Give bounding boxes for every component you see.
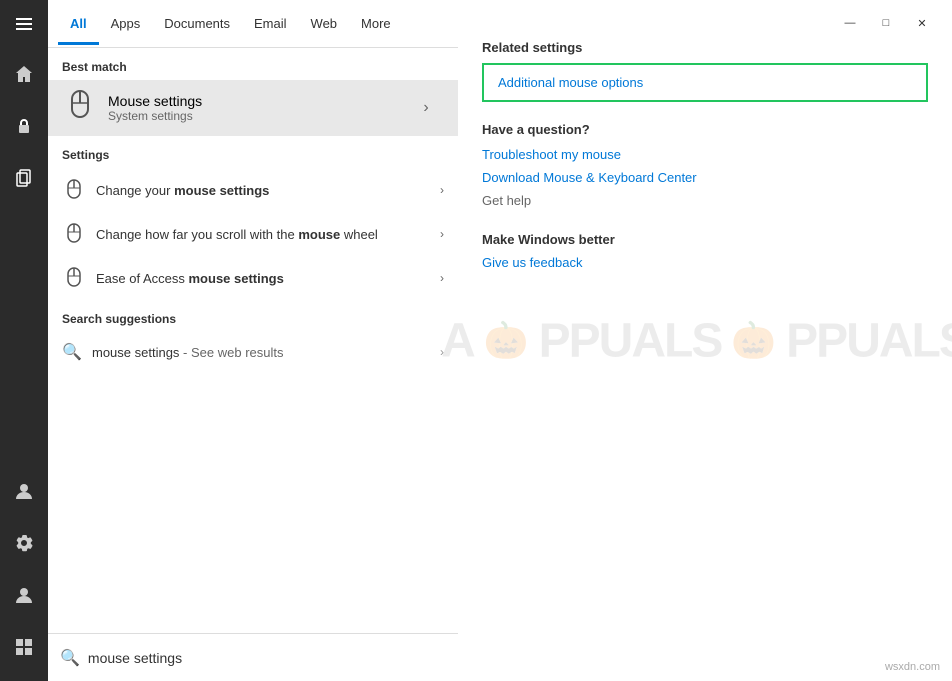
tab-email[interactable]: Email (242, 2, 299, 45)
sidebar-avatar[interactable] (0, 467, 48, 515)
sidebar-windows-icon[interactable] (0, 623, 48, 671)
best-match-arrow-icon: › (408, 90, 444, 126)
sidebar-bottom (0, 465, 48, 681)
settings-item-ease-access[interactable]: Ease of Access mouse settings › (48, 256, 458, 300)
download-link[interactable]: Download Mouse & Keyboard Center (482, 170, 928, 185)
sidebar-home-icon[interactable] (0, 50, 48, 98)
maximize-button[interactable]: □ (872, 12, 900, 34)
settings-item-change-mouse[interactable]: Change your mouse settings › (48, 168, 458, 212)
best-match-subtitle: System settings (108, 109, 408, 123)
sidebar (0, 0, 48, 681)
best-match-text: Mouse settings System settings (108, 93, 408, 123)
make-windows-better-label: Make Windows better (482, 232, 928, 247)
search-bar-icon: 🔍 (60, 648, 80, 668)
sidebar-copy-icon[interactable] (0, 154, 48, 202)
search-bar: 🔍 (48, 633, 458, 681)
suggestion-item-1[interactable]: 🔍 mouse settings - See web results › (48, 332, 458, 372)
settings-section-label: Settings (48, 136, 458, 168)
watermark-url: wsxdn.com (885, 661, 940, 673)
tab-more[interactable]: More (349, 2, 403, 45)
suggestion-text-1: mouse settings - See web results (92, 345, 440, 360)
troubleshoot-link[interactable]: Troubleshoot my mouse (482, 147, 928, 162)
right-panel: — □ ✕ A 🎃 PPUALS 🎃 PPUALS Related settin… (458, 0, 952, 681)
suggestion-arrow-1: › (440, 345, 444, 359)
best-match-title: Mouse settings (108, 93, 408, 109)
hamburger-button[interactable] (0, 0, 48, 48)
window-controls: — □ ✕ (836, 12, 936, 34)
have-question-label: Have a question? (482, 122, 928, 137)
best-match-label: Best match (48, 48, 458, 80)
mouse-icon-2 (62, 222, 86, 246)
tab-web[interactable]: Web (299, 2, 350, 45)
tab-all[interactable]: All (58, 2, 99, 45)
additional-mouse-options-link[interactable]: Additional mouse options (482, 63, 928, 102)
search-input[interactable] (88, 650, 446, 666)
settings-item-text-2: Change how far you scroll with the mouse… (96, 227, 440, 242)
search-suggestion-icon: 🔍 (62, 342, 82, 362)
minimize-button[interactable]: — (836, 12, 864, 34)
search-results-panel: All Apps Documents Email Web More Best m… (48, 0, 458, 681)
suggestion-query: mouse settings (92, 345, 179, 360)
tab-documents[interactable]: Documents (152, 2, 242, 45)
settings-item-arrow-2: › (440, 227, 444, 241)
mouse-icon-3 (62, 266, 86, 290)
search-suggestions-label: Search suggestions (48, 300, 458, 332)
search-tabs: All Apps Documents Email Web More (48, 0, 458, 48)
best-match-item[interactable]: Mouse settings System settings › (48, 80, 458, 136)
sidebar-settings-icon[interactable] (0, 519, 48, 567)
watermark: A 🎃 PPUALS 🎃 PPUALS (441, 313, 952, 368)
give-feedback-link[interactable]: Give us feedback (482, 255, 928, 270)
settings-item-arrow-1: › (440, 183, 444, 197)
sidebar-user-icon[interactable] (0, 571, 48, 619)
settings-item-arrow-3: › (440, 271, 444, 285)
settings-item-scroll[interactable]: Change how far you scroll with the mouse… (48, 212, 458, 256)
suggestion-see-web: - See web results (179, 345, 283, 360)
mouse-icon-1 (62, 178, 86, 202)
related-settings-label: Related settings (482, 40, 928, 55)
mouse-settings-icon (62, 90, 98, 126)
settings-item-text-1: Change your mouse settings (96, 183, 440, 198)
sidebar-lock-icon[interactable] (0, 102, 48, 150)
get-help-link[interactable]: Get help (482, 193, 928, 208)
close-button[interactable]: ✕ (908, 12, 936, 34)
tab-apps[interactable]: Apps (99, 2, 153, 45)
settings-item-text-3: Ease of Access mouse settings (96, 271, 440, 286)
